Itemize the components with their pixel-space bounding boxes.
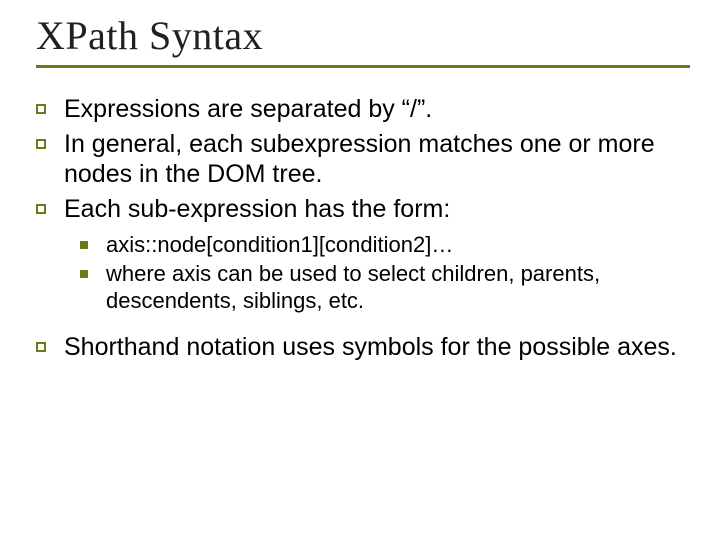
bullet-text: Shorthand notation uses symbols for the … (64, 332, 690, 363)
square-hollow-icon (36, 194, 64, 214)
bullet-level1: Each sub-expression has the form: (36, 194, 690, 225)
bullet-text: Expressions are separated by “/”. (64, 94, 690, 125)
square-solid-icon (80, 232, 106, 249)
bullet-level1: Expressions are separated by “/”. (36, 94, 690, 125)
square-hollow-icon (36, 94, 64, 114)
bullet-level1: Shorthand notation uses symbols for the … (36, 332, 690, 363)
title-divider (36, 65, 690, 68)
bullet-level2: axis::node[condition1][condition2]… (80, 232, 690, 259)
slide-title: XPath Syntax (36, 12, 690, 59)
square-hollow-icon (36, 129, 64, 149)
sub-bullet-group: axis::node[condition1][condition2]… wher… (80, 232, 690, 314)
bullet-text: where axis can be used to select childre… (106, 261, 690, 315)
bullet-text: Each sub-expression has the form: (64, 194, 690, 225)
square-solid-icon (80, 261, 106, 278)
slide: XPath Syntax Expressions are separated b… (0, 0, 720, 540)
bullet-text: In general, each subexpression matches o… (64, 129, 690, 190)
bullet-level1: In general, each subexpression matches o… (36, 129, 690, 190)
square-hollow-icon (36, 332, 64, 352)
bullet-text: axis::node[condition1][condition2]… (106, 232, 690, 259)
bullet-level2: where axis can be used to select childre… (80, 261, 690, 315)
slide-content: Expressions are separated by “/”. In gen… (36, 94, 690, 363)
